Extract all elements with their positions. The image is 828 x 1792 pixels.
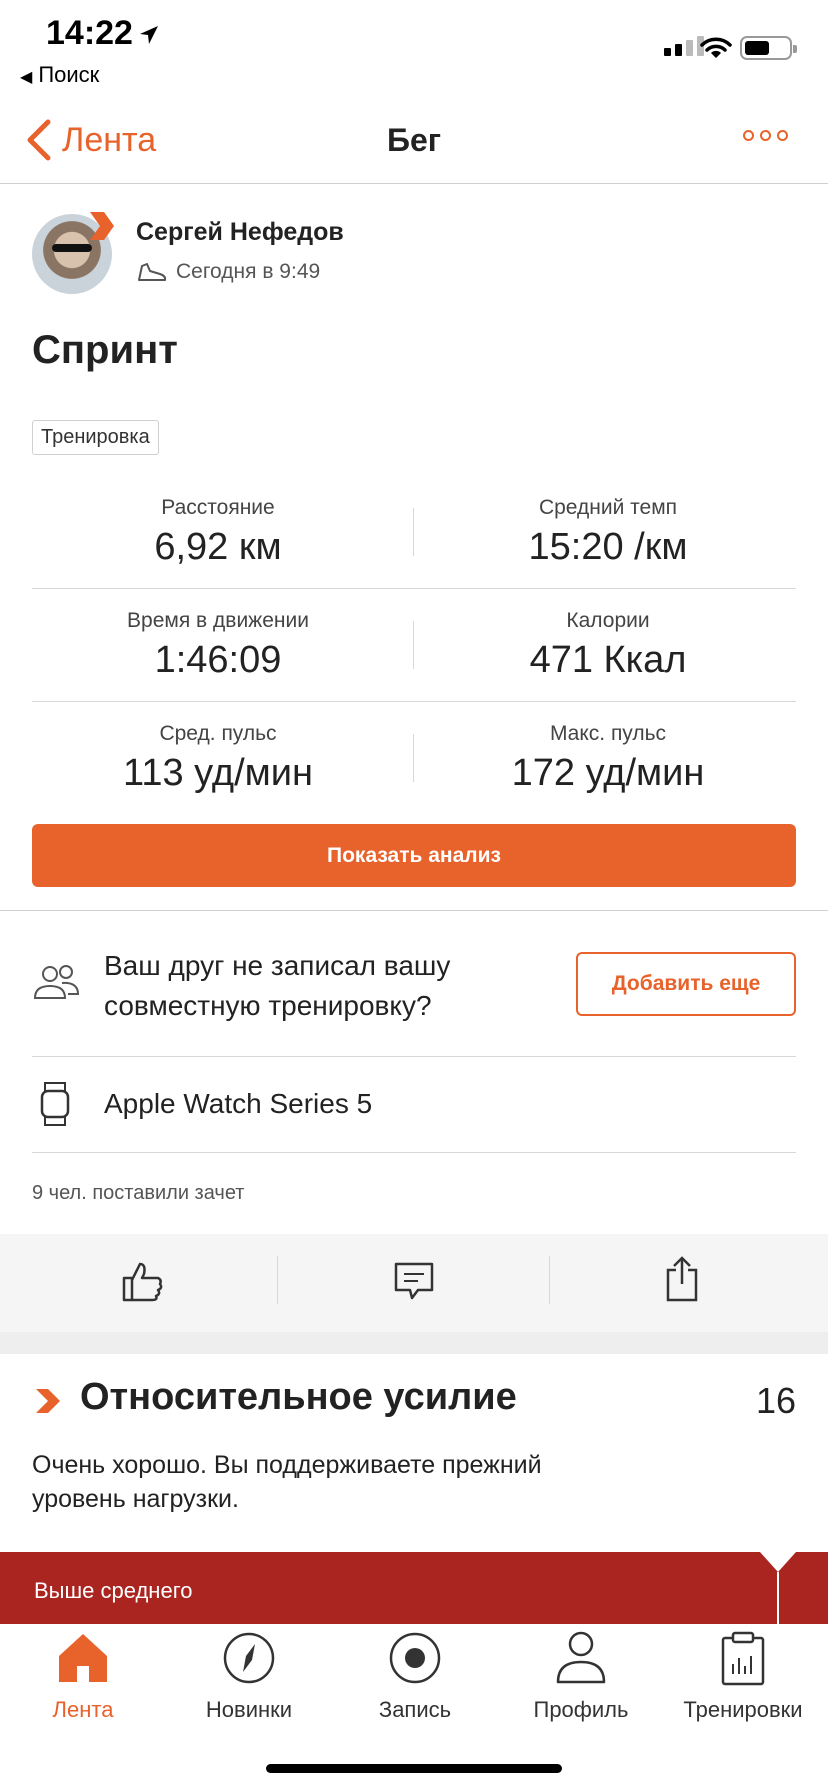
- tab-new[interactable]: Новинки: [166, 1630, 332, 1723]
- stat-moving-time: Время в движении 1:46:09: [28, 609, 408, 682]
- stat-value: 6,92 км: [154, 526, 282, 568]
- watch-icon: [40, 1082, 70, 1126]
- stat-divider: [413, 734, 414, 782]
- stat-row-divider: [32, 588, 796, 589]
- stat-avg-pace: Средний темп 15:20 /км: [418, 496, 798, 569]
- tab-label: Тренировки: [683, 1697, 803, 1722]
- stat-row-divider: [32, 701, 796, 702]
- stat-value: 1:46:09: [154, 639, 282, 681]
- stat-value: 471 Ккал: [529, 639, 687, 681]
- kudos-count[interactable]: 9 чел. поставили зачет: [32, 1182, 244, 1205]
- device-name: Apple Watch Series 5: [104, 1088, 373, 1119]
- record-icon: [389, 1632, 441, 1684]
- subscriber-badge-icon: [90, 212, 114, 240]
- profile-icon: [556, 1631, 606, 1684]
- stat-label: Расстояние: [161, 496, 275, 519]
- share-icon[interactable]: [662, 1254, 702, 1304]
- tab-label: Профиль: [533, 1697, 629, 1722]
- tab-label: Новинки: [205, 1697, 293, 1722]
- relative-effort-description: Очень хорошо. Вы поддерживаете прежний у…: [32, 1451, 542, 1513]
- tab-record[interactable]: Запись: [332, 1630, 498, 1723]
- tab-label: Запись: [378, 1697, 452, 1722]
- back-triangle-icon: ◀: [20, 69, 33, 86]
- back-app-label: Поиск: [38, 62, 100, 87]
- activity-time-label: Сегодня в 9:49: [176, 260, 321, 283]
- tab-label: Лента: [52, 1697, 114, 1722]
- effort-marker-icon: [760, 1552, 796, 1624]
- add-more-button[interactable]: Добавить еще: [576, 952, 796, 1016]
- effort-chevron-icon: [36, 1389, 60, 1413]
- tab-feed[interactable]: Лента: [0, 1630, 166, 1723]
- stat-divider: [413, 508, 414, 556]
- friend-prompt-text: Ваш друг не записал вашу совместную трен…: [104, 950, 451, 1021]
- relative-effort-title[interactable]: Относительное усилие: [80, 1376, 517, 1419]
- group-icon: [33, 965, 80, 999]
- section-divider: [0, 910, 828, 911]
- shoe-icon: [138, 263, 167, 281]
- nav-divider: [0, 183, 828, 184]
- kudos-thumbs-up-icon[interactable]: [120, 1258, 166, 1304]
- activity-time: Сегодня в 9:49: [136, 260, 320, 284]
- battery-icon: [740, 36, 797, 60]
- stat-value: 113 уд/мин: [123, 752, 313, 794]
- row-divider: [32, 1152, 796, 1153]
- cellular-signal-icon: [664, 36, 704, 56]
- relative-effort-value: 16: [755, 1380, 796, 1421]
- stat-value: 172 уд/мин: [511, 752, 705, 794]
- status-time: 14:22: [46, 14, 133, 52]
- back-to-app[interactable]: ◀ Поиск: [20, 62, 99, 88]
- tab-training[interactable]: Тренировки: [660, 1630, 826, 1723]
- stat-divider: [413, 621, 414, 669]
- activity-title: Спринт: [32, 328, 178, 372]
- stat-label: Средний темп: [538, 496, 678, 519]
- stat-calories: Калории 471 Ккал: [418, 609, 798, 682]
- activity-tag: Тренировка: [32, 420, 159, 455]
- stat-label: Калории: [566, 609, 650, 632]
- author-name[interactable]: Сергей Нефедов: [136, 218, 344, 247]
- location-arrow-icon: [140, 26, 158, 44]
- stat-value: 15:20 /км: [528, 526, 688, 568]
- stat-label: Сред. пульс: [159, 722, 277, 745]
- stat-max-hr: Макс. пульс 172 уд/мин: [418, 722, 798, 795]
- effort-level-label: Выше среднего: [34, 1578, 193, 1603]
- comment-icon[interactable]: [392, 1260, 436, 1304]
- tab-profile[interactable]: Профиль: [498, 1630, 664, 1723]
- action-divider: [277, 1256, 278, 1304]
- section-gap: [0, 1332, 828, 1354]
- page-title: Бег: [386, 122, 442, 158]
- stat-distance: Расстояние 6,92 км: [28, 496, 408, 569]
- stat-label: Время в движении: [127, 609, 309, 632]
- training-icon: [721, 1631, 765, 1686]
- stat-label: Макс. пульс: [549, 722, 667, 745]
- stat-avg-hr: Сред. пульс 113 уд/мин: [28, 722, 408, 795]
- wifi-icon: [700, 37, 732, 58]
- home-icon: [59, 1634, 107, 1682]
- show-analysis-button[interactable]: Показать анализ: [32, 824, 796, 887]
- compass-icon: [223, 1632, 275, 1684]
- row-divider: [32, 1056, 796, 1057]
- action-divider: [549, 1256, 550, 1304]
- home-indicator[interactable]: [266, 1764, 562, 1773]
- more-options-button[interactable]: [743, 130, 788, 141]
